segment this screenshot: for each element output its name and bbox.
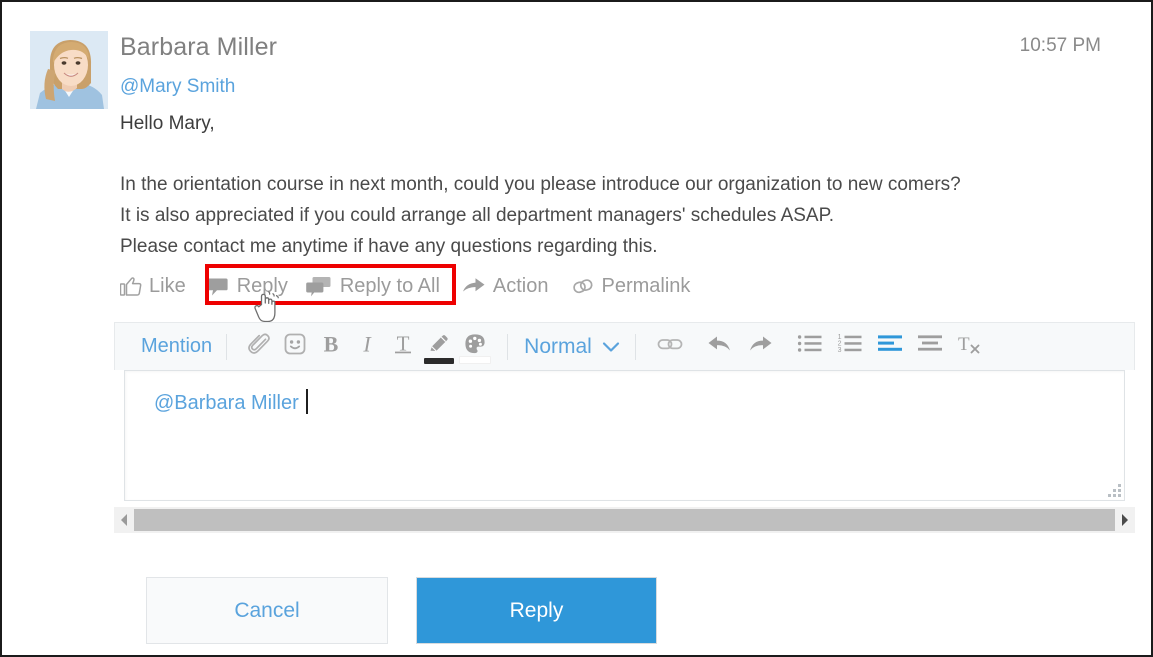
horizontal-scrollbar[interactable] bbox=[114, 507, 1135, 533]
reply-to-all-button[interactable]: Reply to All bbox=[306, 270, 440, 302]
align-center-button[interactable] bbox=[910, 329, 950, 365]
permalink-button[interactable]: Permalink bbox=[572, 270, 691, 302]
action-button[interactable]: Action bbox=[462, 270, 549, 302]
post-author-name: Barbara Miller bbox=[120, 33, 278, 61]
scrollbar-track[interactable] bbox=[134, 507, 1115, 533]
undo-button[interactable] bbox=[700, 329, 740, 365]
format-style-value: Normal bbox=[524, 334, 592, 358]
svg-text:T: T bbox=[958, 334, 970, 355]
text-color-button[interactable] bbox=[421, 329, 457, 365]
align-left-button[interactable] bbox=[870, 329, 910, 365]
text-color-swatch bbox=[424, 357, 455, 364]
numbered-list-icon: 1 2 3 bbox=[837, 333, 863, 360]
post-detail-page: Barbara Miller 10:57 PM @Mary Smith Hell… bbox=[0, 0, 1153, 657]
attach-file-button[interactable] bbox=[241, 329, 277, 365]
editor-toolbar: Mention B I T Normal 1 2 3 T bbox=[114, 322, 1135, 370]
italic-icon: I bbox=[354, 331, 380, 362]
like-label: Like bbox=[149, 274, 186, 297]
arrow-forward-icon bbox=[462, 277, 486, 295]
post-action-bar: Like Reply Reply to All Action Permalink bbox=[120, 270, 690, 302]
svg-text:I: I bbox=[362, 332, 372, 357]
redo-button[interactable] bbox=[740, 329, 780, 365]
italic-button[interactable]: I bbox=[349, 329, 385, 365]
toolbar-divider bbox=[226, 333, 228, 360]
reply-textarea-content: @Barbara Miller bbox=[154, 389, 308, 415]
post-greeting: Hello Mary, bbox=[120, 113, 215, 134]
underline-text-icon: T bbox=[390, 331, 416, 362]
speech-bubble-icon bbox=[206, 276, 230, 297]
double-speech-bubble-icon bbox=[306, 276, 333, 297]
align-center-icon bbox=[917, 333, 943, 360]
post-timestamp: 10:57 PM bbox=[1019, 35, 1101, 56]
undo-arrow-icon bbox=[706, 332, 734, 361]
background-color-button[interactable] bbox=[457, 329, 493, 365]
like-button[interactable]: Like bbox=[120, 270, 186, 302]
scroll-left-arrow-icon[interactable] bbox=[114, 507, 134, 533]
permalink-label: Permalink bbox=[601, 274, 691, 297]
svg-text:3: 3 bbox=[837, 347, 841, 354]
numbered-list-button[interactable]: 1 2 3 bbox=[830, 329, 870, 365]
resize-handle[interactable] bbox=[1107, 483, 1121, 497]
reply-button[interactable]: Reply bbox=[206, 270, 288, 302]
post-body: In the orientation course in next month,… bbox=[120, 174, 961, 257]
chevron-down-icon bbox=[601, 340, 621, 354]
reply-editor: Mention B I T Normal 1 2 3 T @Barbara Mi… bbox=[114, 322, 1135, 533]
bulleted-list-button[interactable] bbox=[790, 329, 830, 365]
redo-arrow-icon bbox=[746, 332, 774, 361]
svg-text:B: B bbox=[324, 332, 339, 357]
clear-formatting-icon: T bbox=[956, 332, 984, 361]
avatar bbox=[30, 31, 108, 109]
paperclip-icon bbox=[246, 331, 272, 362]
scroll-right-arrow-icon[interactable] bbox=[1115, 507, 1135, 533]
bold-icon: B bbox=[318, 331, 344, 362]
background-color-swatch bbox=[459, 355, 492, 364]
format-style-dropdown[interactable]: Normal bbox=[524, 335, 621, 359]
submit-reply-button[interactable]: Reply bbox=[416, 577, 657, 644]
action-label: Action bbox=[492, 274, 549, 297]
thumbs-up-icon bbox=[120, 276, 142, 297]
reply-label: Reply bbox=[236, 274, 288, 297]
mention-button[interactable]: Mention bbox=[141, 335, 212, 358]
clear-formatting-button[interactable]: T bbox=[950, 329, 990, 365]
avatar-image bbox=[30, 31, 108, 109]
bulleted-list-icon bbox=[797, 333, 823, 360]
reply-mention-text: @Barbara Miller bbox=[154, 392, 299, 414]
reply-to-all-label: Reply to All bbox=[339, 274, 440, 297]
link-chain-icon bbox=[572, 276, 595, 297]
toolbar-divider bbox=[634, 333, 636, 360]
bold-button[interactable]: B bbox=[313, 329, 349, 365]
align-left-icon bbox=[877, 333, 903, 360]
insert-link-button[interactable] bbox=[650, 329, 690, 365]
emoji-button[interactable] bbox=[277, 329, 313, 365]
toolbar-divider bbox=[507, 333, 509, 360]
underline-button[interactable]: T bbox=[385, 329, 421, 365]
cancel-button[interactable]: Cancel bbox=[146, 577, 388, 644]
text-caret bbox=[305, 389, 308, 414]
emoji-smiley-icon bbox=[282, 331, 308, 362]
link-icon bbox=[656, 333, 684, 360]
scrollbar-thumb[interactable] bbox=[134, 509, 1115, 531]
editor-footer: Cancel Reply bbox=[146, 577, 657, 644]
post-mention-recipient[interactable]: @Mary Smith bbox=[120, 76, 235, 98]
reply-textarea[interactable]: @Barbara Miller bbox=[124, 370, 1125, 501]
